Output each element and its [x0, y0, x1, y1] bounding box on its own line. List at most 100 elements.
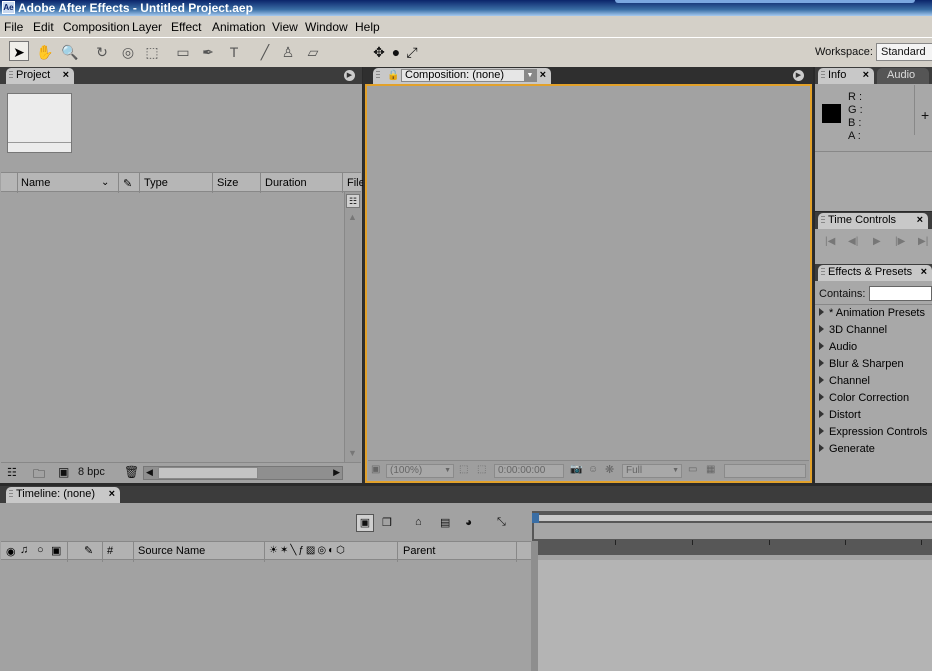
view-select[interactable] — [724, 464, 806, 478]
column-number[interactable]: # — [107, 545, 113, 557]
transparency-grid-icon[interactable]: ▦ — [706, 464, 715, 475]
rectangle-mask-tool-icon[interactable]: ▭ — [173, 42, 193, 62]
timeline-track-area[interactable] — [538, 560, 932, 671]
menu-composition[interactable]: Composition — [63, 20, 130, 34]
zoom-select[interactable]: (100%) ▼ — [386, 464, 454, 478]
draft-3d-icon[interactable]: ❒ — [382, 516, 392, 529]
menu-effect[interactable]: Effect — [171, 20, 201, 34]
selection-tool-icon[interactable]: ➤ — [9, 41, 29, 61]
resolution-select[interactable]: Full ▼ — [622, 464, 682, 478]
expand-triangle-icon[interactable] — [819, 342, 824, 350]
safe-zones-icon[interactable]: ⬚ — [459, 464, 468, 475]
new-folder-icon[interactable]: 🗀 — [33, 465, 45, 486]
project-vertical-scrollbar[interactable]: ☷ ▲ ▼ — [344, 192, 361, 462]
trash-icon[interactable]: 🗑 — [124, 465, 139, 479]
solo-icon[interactable]: ○ — [37, 544, 44, 556]
menu-animation[interactable]: Animation — [212, 20, 265, 34]
work-area-bar[interactable] — [534, 515, 932, 521]
column-type[interactable]: Type — [144, 177, 168, 189]
brush-tool-icon[interactable]: ╱ — [255, 42, 275, 62]
menu-view[interactable]: View — [272, 20, 298, 34]
expand-triangle-icon[interactable] — [819, 427, 824, 435]
region-of-interest-icon[interactable]: ▭ — [688, 464, 697, 475]
close-icon[interactable]: × — [63, 68, 69, 83]
label-tag-icon[interactable]: ✎ — [123, 177, 132, 190]
column-source-name[interactable]: Source Name — [138, 545, 205, 557]
rotation-tool-icon[interactable]: ↻ — [92, 42, 112, 62]
workspace-select[interactable]: Standard — [876, 43, 932, 61]
hand-tool-icon[interactable]: ✋ — [35, 42, 55, 62]
chevron-down-icon[interactable]: ⌄ — [101, 177, 109, 188]
grip-icon[interactable] — [821, 216, 825, 225]
close-icon[interactable]: × — [863, 68, 869, 83]
column-parent[interactable]: Parent — [403, 545, 435, 557]
zoom-tool-icon[interactable]: 🔍 — [60, 42, 80, 62]
audio-speaker-icon[interactable]: ♫ — [20, 544, 28, 556]
effect-category-3d-channel[interactable]: 3D Channel — [819, 324, 887, 336]
clone-stamp-tool-icon[interactable]: ♙ — [278, 42, 298, 62]
close-icon[interactable]: × — [921, 265, 927, 280]
scroll-down-icon[interactable]: ▼ — [348, 448, 357, 458]
tab-composition[interactable]: 🔒 Composition: (none) ▼ × — [373, 68, 551, 84]
effect-category-audio[interactable]: Audio — [819, 341, 857, 353]
tab-time-controls[interactable]: Time Controls × — [818, 213, 928, 229]
close-icon[interactable]: × — [109, 487, 115, 502]
show-snapshot-icon[interactable]: ☺ — [588, 464, 598, 475]
label-tag-icon[interactable]: ✎ — [84, 544, 93, 557]
grip-icon[interactable] — [821, 268, 825, 277]
effect-category-color-correction[interactable]: Color Correction — [819, 392, 909, 404]
pan-behind-tool-icon[interactable]: ⬚ — [142, 42, 162, 62]
scrollbar-thumb[interactable] — [158, 467, 258, 479]
chevron-down-icon[interactable]: ▼ — [524, 70, 536, 81]
expand-triangle-icon[interactable] — [819, 376, 824, 384]
effect-category-channel[interactable]: Channel — [819, 375, 870, 387]
effects-search-input[interactable] — [869, 286, 932, 301]
menu-edit[interactable]: Edit — [33, 20, 54, 34]
expand-triangle-icon[interactable] — [819, 308, 824, 316]
menu-window[interactable]: Window — [305, 20, 348, 34]
flowchart-icon[interactable]: ☷ — [346, 194, 360, 208]
menu-help[interactable]: Help — [355, 20, 380, 34]
effect-category-distort[interactable]: Distort — [819, 409, 861, 421]
grip-icon[interactable] — [9, 71, 13, 80]
lock-icon[interactable]: ▣ — [51, 544, 61, 557]
effect-category-generate[interactable]: Generate — [819, 443, 875, 455]
expand-triangle-icon[interactable] — [819, 325, 824, 333]
tab-effects-presets[interactable]: Effects & Presets × — [818, 265, 932, 281]
grip-icon[interactable] — [9, 490, 13, 499]
scroll-right-icon[interactable]: ▶ — [333, 467, 340, 478]
view-axis-icon[interactable]: ⤢ — [402, 42, 422, 62]
snapshot-icon[interactable]: 📷 — [570, 464, 582, 475]
menu-layer[interactable]: Layer — [132, 20, 162, 34]
bit-depth-label[interactable]: 8 bpc — [78, 466, 105, 478]
menu-file[interactable]: File — [4, 20, 23, 34]
tab-info[interactable]: Info × — [818, 68, 874, 84]
project-horizontal-scrollbar[interactable]: ◀ ▶ — [143, 466, 343, 480]
next-frame-icon[interactable]: |▶ — [895, 236, 905, 247]
interpret-footage-icon[interactable]: ☷ — [7, 466, 17, 479]
expand-triangle-icon[interactable] — [819, 393, 824, 401]
tab-audio[interactable]: Audio — [877, 68, 929, 84]
live-update-icon[interactable]: ▣ — [356, 514, 374, 532]
tab-project[interactable]: Project × — [6, 68, 74, 84]
close-icon[interactable]: × — [540, 68, 546, 83]
close-icon[interactable]: × — [917, 213, 923, 228]
effect-category-blur-sharpen[interactable]: Blur & Sharpen — [819, 358, 904, 370]
hide-shy-layers-icon[interactable]: ⌂ — [415, 516, 422, 528]
first-frame-icon[interactable]: |◀ — [825, 236, 835, 247]
column-name[interactable]: Name — [21, 177, 50, 189]
type-tool-icon[interactable]: T — [224, 42, 244, 62]
layer-switches-icon[interactable]: ☀✶╲ƒ▨◎◐⬡ — [269, 545, 347, 556]
column-size[interactable]: Size — [217, 177, 238, 189]
time-ruler[interactable] — [532, 511, 932, 555]
frame-blending-icon[interactable]: ▤ — [440, 516, 450, 529]
motion-blur-icon[interactable]: ◕ — [465, 515, 472, 529]
new-composition-icon[interactable]: ▣ — [58, 465, 69, 479]
video-eye-icon[interactable]: ◉ — [6, 545, 16, 558]
expand-triangle-icon[interactable] — [819, 444, 824, 452]
lock-icon[interactable]: 🔒 — [387, 68, 399, 83]
chevron-down-icon[interactable]: ▼ — [672, 465, 679, 477]
tab-timeline[interactable]: Timeline: (none) × — [6, 487, 120, 503]
column-duration[interactable]: Duration — [265, 177, 307, 189]
expand-triangle-icon[interactable] — [819, 410, 824, 418]
